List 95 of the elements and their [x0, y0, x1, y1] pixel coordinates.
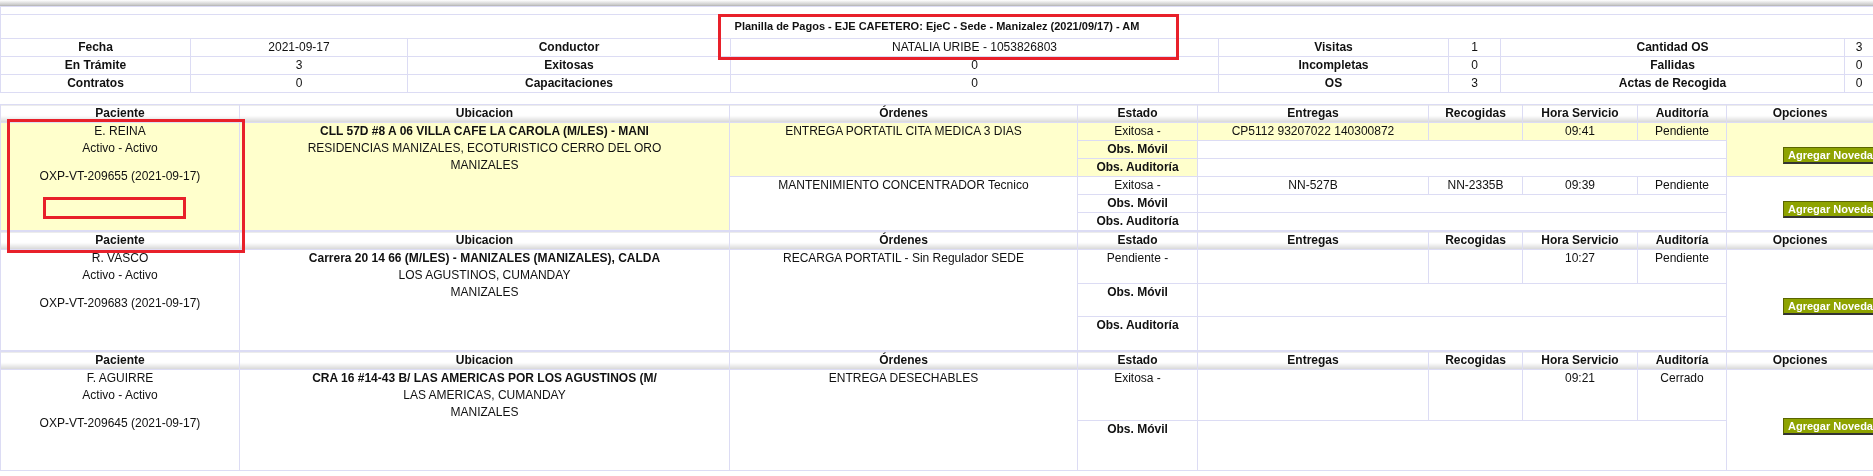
summary-value: 1	[1448, 38, 1501, 57]
order-description: RECARGA PORTATIL - Sin Regulador SEDE	[783, 251, 1024, 265]
summary-value: 0	[730, 56, 1219, 75]
service-time: 09:39	[1565, 178, 1595, 192]
city-text: MANIZALES	[449, 284, 520, 301]
city-text: MANIZALES	[449, 404, 520, 421]
address-text: Carrera 20 14 66 (M/LES) - MANIZALES (MANIZALES), CALDA	[307, 250, 662, 267]
summary-label: OS	[1218, 74, 1449, 93]
city-text: MANIZALES	[449, 157, 520, 174]
order-code: OXP-VT-209645 (2021-09-17)	[38, 415, 202, 432]
column-header: Estado	[1077, 104, 1198, 123]
summary-label: Actas de Recogida	[1500, 74, 1845, 93]
summary-value: 0	[190, 74, 408, 93]
column-header: Auditoría	[1637, 351, 1727, 370]
summary-value: 3	[1448, 74, 1501, 93]
summary-label: Fecha	[0, 38, 191, 57]
column-header: Entregas	[1197, 231, 1429, 250]
observation-label: Obs. Auditoría	[1096, 160, 1179, 174]
add-novelty-button[interactable]: Agregar Noveda	[1783, 417, 1873, 435]
report-title: Planilla de Pagos - EJE CAFETERO: EjeC - Sede - Manizalez (2021/09/17) - AM	[0, 14, 1873, 39]
delivery-text: CP5112 93207022 140300872	[1231, 124, 1395, 138]
summary-value: 2021-09-17	[190, 38, 408, 57]
column-header: Hora Servicio	[1522, 104, 1638, 123]
order-code: OXP-VT-209655 (2021-09-17)	[38, 168, 202, 185]
audit-status: Pendiente	[1654, 178, 1709, 192]
column-header: Recogidas	[1428, 231, 1523, 250]
status-text: Exitosa -	[1114, 178, 1161, 192]
summary-label: Fallidas	[1500, 56, 1845, 75]
add-novelty-button[interactable]: Agregar Noveda	[1783, 201, 1873, 218]
summary-label: Contratos	[0, 74, 191, 93]
column-header: Opciones	[1726, 231, 1873, 250]
audit-status: Cerrado	[1660, 371, 1704, 385]
summary-label: En Trámite	[0, 56, 191, 75]
summary-value: 0	[730, 74, 1219, 93]
service-time: 10:27	[1565, 251, 1595, 265]
audit-status: Pendiente	[1654, 251, 1709, 265]
column-header: Entregas	[1197, 104, 1429, 123]
add-novelty-button[interactable]: Agregar Noveda	[1783, 147, 1873, 164]
observation-label: Obs. Móvil	[1107, 196, 1168, 210]
address-text: CLL 57D #8 A 06 VILLA CAFE LA CAROLA (M/LES) - MANI	[319, 123, 650, 140]
column-header: Órdenes	[729, 351, 1078, 370]
neighborhood-text: LOS AGUSTINOS, CUMANDAY	[397, 267, 572, 284]
service-time: 09:21	[1565, 371, 1595, 385]
column-header: Ubicacion	[239, 104, 730, 123]
observation-label: Obs. Auditoría	[1096, 318, 1179, 333]
service-time: 09:41	[1565, 124, 1595, 138]
column-header: Entregas	[1197, 351, 1429, 370]
address-text: CRA 16 #14-43 B/ LAS AMERICAS POR LOS AGUSTINOS (M/	[311, 370, 658, 387]
neighborhood-text: LAS AMERICAS, CUMANDAY	[402, 387, 567, 404]
patient-status: Activo - Activo	[81, 140, 159, 157]
summary-value: 3	[190, 56, 408, 75]
delivery-text: NN-527B	[1288, 178, 1338, 192]
status-text: Exitosa -	[1114, 371, 1161, 385]
observation-label: Obs. Auditoría	[1096, 214, 1179, 228]
patient-status: Activo - Activo	[81, 267, 159, 284]
patient-name: R. VASCO	[90, 250, 150, 267]
column-header: Hora Servicio	[1522, 231, 1638, 250]
column-header: Auditoría	[1637, 231, 1727, 250]
summary-label: Conductor	[407, 38, 731, 57]
column-header: Órdenes	[729, 104, 1078, 123]
observation-label: Obs. Móvil	[1107, 421, 1168, 436]
status-text: Pendiente -	[1106, 251, 1169, 265]
neighborhood-text: RESIDENCIAS MANIZALES, ECOTURISTICO CERRO DEL ORO	[306, 140, 663, 157]
column-header: Paciente	[0, 231, 240, 250]
column-header: Hora Servicio	[1522, 351, 1638, 370]
patient-status: Activo - Activo	[81, 387, 159, 404]
order-description: ENTREGA DESECHABLES	[828, 371, 979, 385]
pickup-text: NN-2335B	[1447, 178, 1504, 192]
status-text: Exitosa -	[1114, 124, 1161, 138]
column-header: Estado	[1077, 231, 1198, 250]
column-header: Recogidas	[1428, 351, 1523, 370]
add-novelty-button[interactable]: Agregar Noveda	[1783, 297, 1873, 315]
column-header: Ubicacion	[239, 351, 730, 370]
summary-label: Cantidad OS	[1500, 38, 1845, 57]
column-header: Paciente	[0, 351, 240, 370]
patient-name: E. REINA	[93, 123, 147, 140]
summary-label: Visitas	[1218, 38, 1449, 57]
audit-status: Pendiente	[1654, 124, 1709, 138]
summary-value: 0	[1448, 56, 1501, 75]
patient-name: F. AGUIRRE	[85, 370, 155, 387]
observation-label: Obs. Móvil	[1107, 142, 1168, 156]
summary-label: Capacitaciones	[407, 74, 731, 93]
order-description: ENTREGA PORTATIL CITA MEDICA 3 DIAS	[785, 124, 1022, 138]
column-header: Auditoría	[1637, 104, 1727, 123]
column-header: Estado	[1077, 351, 1198, 370]
summary-label: Incompletas	[1218, 56, 1449, 75]
column-header: Órdenes	[729, 231, 1078, 250]
column-header: Recogidas	[1428, 104, 1523, 123]
column-header: Ubicacion	[239, 231, 730, 250]
column-header: Opciones	[1726, 104, 1873, 123]
summary-value: NATALIA URIBE - 1053826803	[730, 38, 1219, 57]
order-code: OXP-VT-209683 (2021-09-17)	[38, 295, 202, 312]
order-description: MANTENIMIENTO CONCENTRADOR Tecnico	[778, 178, 1029, 192]
observation-label: Obs. Móvil	[1107, 284, 1168, 299]
column-header: Opciones	[1726, 351, 1873, 370]
